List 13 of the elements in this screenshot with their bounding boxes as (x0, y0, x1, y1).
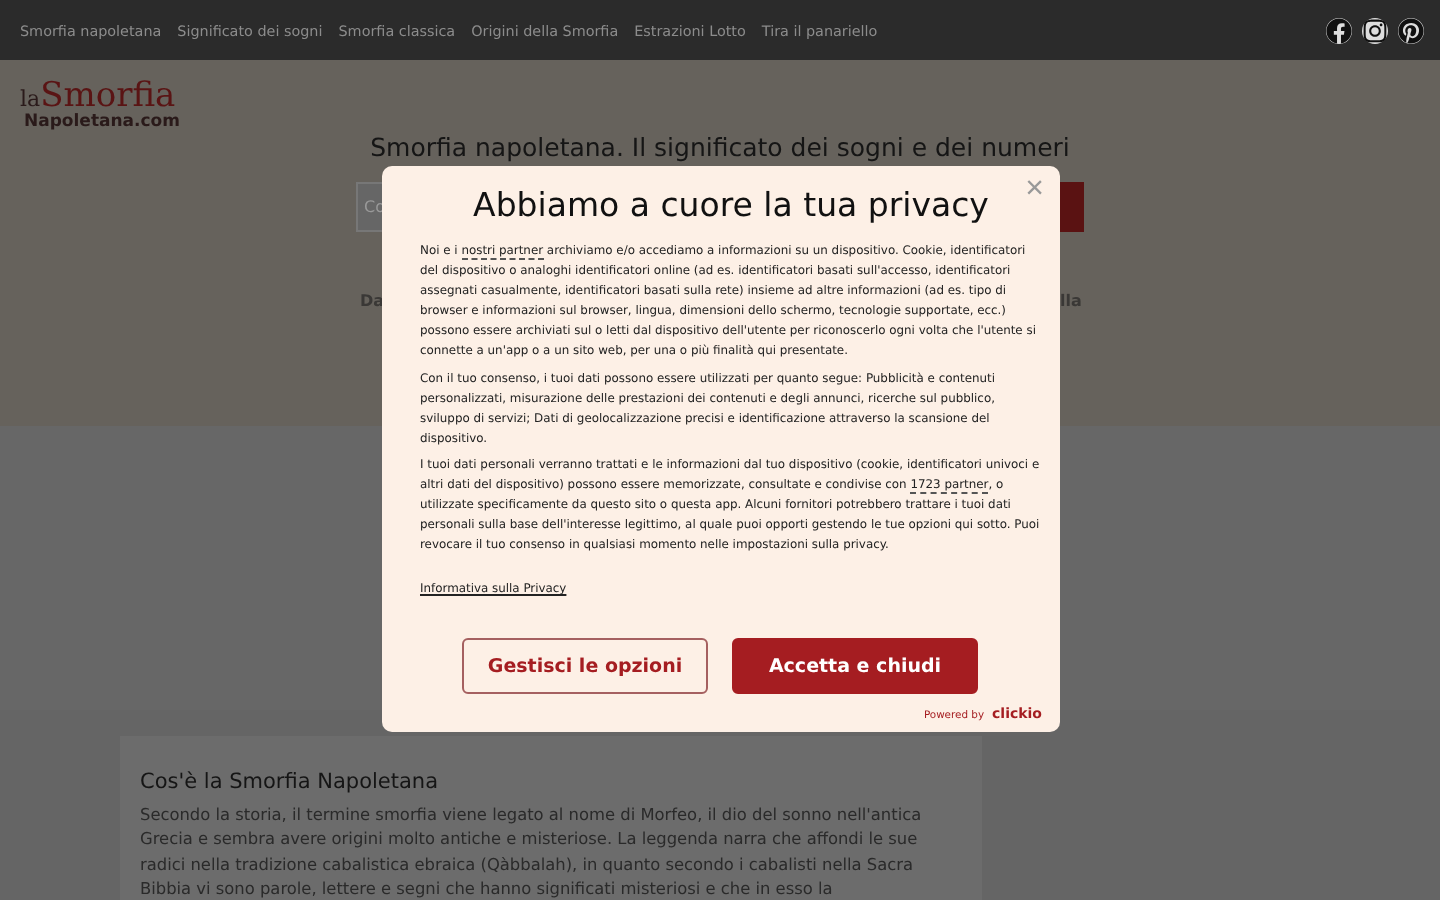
options-button[interactable]: Gestisci le opzioni (462, 638, 708, 695)
logo-text[interactable]: la (20, 88, 41, 110)
pinterest-icon[interactable] (1398, 17, 1424, 43)
logo-text[interactable]: Smorfia (40, 80, 176, 114)
dialog-title: Abbiamo a cuore la tua privacy (473, 186, 989, 224)
logo-text[interactable]: Napoletana.com (24, 114, 181, 131)
close-button[interactable]: × (1025, 172, 1044, 208)
accept-button[interactable]: Accetta e chiudi (732, 638, 978, 695)
article-text: Secondo la storia, il termine smorfia viene legato al nome di Morfeo, il dio del sonno nell'antica Grecia e sembra avere origini molto antiche e misteriose. La leggenda narra che affondi le sue radici nella tradizione cabalistica ebraica (Qàbbalah), in quanto secondo i cabalisti nella Sacra Bibbia vi sono parole, lettere e segni che hanno significati misteriosi e che in esso la (140, 802, 924, 900)
article-title: Cos'è la Smorfia Napoletana (140, 770, 441, 794)
facebook-icon[interactable] (1326, 17, 1352, 43)
instagram-icon[interactable] (1362, 17, 1388, 43)
page-heading: Smorfia napoletana. Il significato dei sogni e dei numeri (368, 132, 1072, 162)
